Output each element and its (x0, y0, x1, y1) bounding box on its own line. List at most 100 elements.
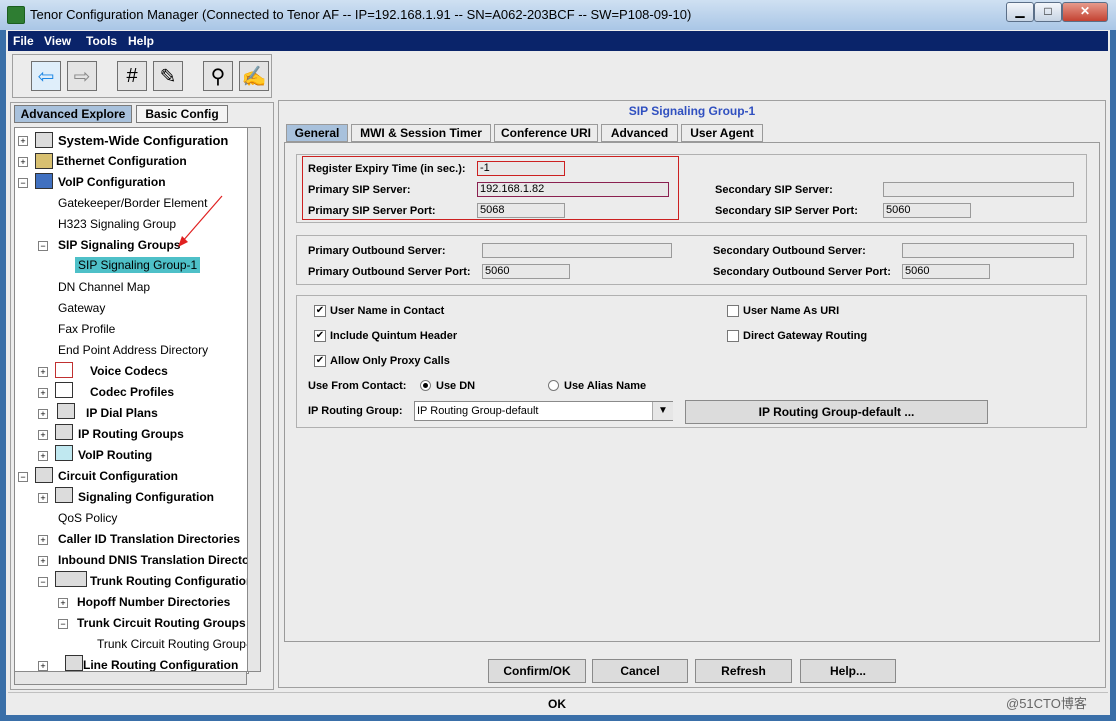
primary-outbound-field[interactable] (482, 243, 672, 258)
help-button[interactable]: Help... (800, 659, 896, 683)
include-quintum-header-checkbox[interactable]: ✔ (314, 330, 326, 342)
user-name-as-uri-checkbox[interactable] (727, 305, 739, 317)
expand-icon[interactable]: + (38, 430, 48, 440)
secondary-outbound-field[interactable] (902, 243, 1074, 258)
expand-icon[interactable]: + (38, 388, 48, 398)
title-bar: Tenor Configuration Manager (Connected t… (0, 0, 1116, 30)
menu-view[interactable]: View (44, 34, 71, 48)
toolbar: ⇦ ⇨ # ✎ ⚲ ✍ (12, 54, 272, 98)
tree-item-h323[interactable]: H323 Signaling Group (58, 217, 176, 231)
cancel-button[interactable]: Cancel (592, 659, 688, 683)
back-arrow-icon[interactable]: ⇦ (31, 61, 61, 91)
tree-item-signaling[interactable]: Signaling Configuration (78, 490, 214, 504)
tab-mwi-session-timer[interactable]: MWI & Session Timer (351, 124, 491, 142)
forward-arrow-icon[interactable]: ⇨ (67, 61, 97, 91)
routing-group-icon (55, 424, 73, 440)
tree-vertical-scrollbar[interactable] (247, 127, 261, 672)
tree-item-trunk-circuit-groups[interactable]: Trunk Circuit Routing Groups (77, 616, 246, 630)
refresh-button[interactable]: Refresh (695, 659, 792, 683)
allow-only-proxy-calls-checkbox[interactable]: ✔ (314, 355, 326, 367)
secondary-sip-port-field[interactable]: 5060 (883, 203, 971, 218)
expand-icon[interactable]: + (18, 157, 28, 167)
tree-item-qos[interactable]: QoS Policy (58, 511, 117, 525)
tree-horizontal-scrollbar[interactable] (14, 671, 247, 685)
menu-file[interactable]: File (13, 34, 34, 48)
tree-item-inbound-dnis[interactable]: Inbound DNIS Translation Directories (58, 553, 248, 567)
signaling-icon (55, 487, 73, 503)
use-dn-label: Use DN (436, 380, 476, 392)
expand-icon[interactable]: + (38, 556, 48, 566)
dial-plan-icon (57, 403, 75, 419)
tab-user-agent[interactable]: User Agent (681, 124, 763, 142)
collapse-icon[interactable]: − (58, 619, 68, 629)
tree-item-circuit[interactable]: Circuit Configuration (58, 469, 178, 483)
secondary-outbound-port-field[interactable]: 5060 (902, 264, 990, 279)
primary-sip-server-field[interactable]: 192.168.1.82 (477, 182, 669, 197)
grid-icon[interactable]: # (117, 61, 147, 91)
edit-icon[interactable]: ✎ (153, 61, 183, 91)
tree-item-ip-dial-plans[interactable]: IP Dial Plans (86, 406, 158, 420)
expand-icon[interactable]: + (38, 535, 48, 545)
tab-advanced-explore[interactable]: Advanced Explore (14, 105, 132, 123)
collapse-icon[interactable]: − (38, 577, 48, 587)
tree-item-gateway[interactable]: Gateway (58, 301, 105, 315)
ip-routing-group-value: IP Routing Group-default (417, 405, 539, 417)
tab-general[interactable]: General (286, 124, 348, 142)
primary-outbound-port-field[interactable]: 5060 (482, 264, 570, 279)
tree-item-endpoint-dir[interactable]: End Point Address Directory (58, 343, 208, 357)
minimize-button[interactable]: ▁ (1006, 2, 1034, 22)
tree-item-ip-routing-groups[interactable]: IP Routing Groups (78, 427, 184, 441)
expand-icon[interactable]: + (38, 451, 48, 461)
menu-tools[interactable]: Tools (86, 34, 117, 48)
use-dn-radio[interactable] (420, 380, 431, 391)
primary-sip-port-field[interactable]: 5068 (477, 203, 565, 218)
expand-icon[interactable]: + (58, 598, 68, 608)
confirm-ok-button[interactable]: Confirm/OK (488, 659, 586, 683)
ip-routing-group-select[interactable]: IP Routing Group-default ▼ (414, 401, 673, 421)
tree-item-dn-channel[interactable]: DN Channel Map (58, 280, 150, 294)
tab-conference-uri[interactable]: Conference URI (494, 124, 598, 142)
register-expiry-label: Register Expiry Time (in sec.): (308, 163, 466, 175)
collapse-icon[interactable]: − (18, 472, 28, 482)
expand-icon[interactable]: + (38, 367, 48, 377)
direct-gateway-routing-checkbox[interactable] (727, 330, 739, 342)
tree-item-line-routing[interactable]: Line Routing Configuration (83, 658, 238, 672)
tree-item-voice-codecs[interactable]: Voice Codecs (90, 364, 168, 378)
collapse-icon[interactable]: − (38, 241, 48, 251)
tree-item-trunk-routing[interactable]: Trunk Routing Configuration (90, 574, 248, 588)
tools-icon[interactable]: ✍ (239, 61, 269, 91)
annotation-arrow-icon (178, 195, 223, 247)
tree-item-hopoff[interactable]: Hopoff Number Directories (77, 595, 230, 609)
tree-item-fax-profile[interactable]: Fax Profile (58, 322, 115, 336)
chevron-down-icon[interactable]: ▼ (652, 402, 673, 420)
close-button[interactable]: ✕ (1062, 2, 1108, 22)
user-name-in-contact-checkbox[interactable]: ✔ (314, 305, 326, 317)
secondary-sip-server-field[interactable] (883, 182, 1074, 197)
expand-icon[interactable]: + (38, 409, 48, 419)
search-icon[interactable]: ⚲ (203, 61, 233, 91)
allow-only-proxy-calls-label: Allow Only Proxy Calls (330, 355, 450, 367)
register-expiry-field[interactable]: -1 (477, 161, 565, 176)
maximize-button[interactable]: □ (1034, 2, 1062, 22)
codec-profile-icon (55, 382, 73, 398)
ip-routing-group-button[interactable]: IP Routing Group-default ... (685, 400, 988, 424)
tab-basic-config[interactable]: Basic Config (136, 105, 228, 123)
tree-item-caller-id[interactable]: Caller ID Translation Directories (58, 532, 240, 546)
tree-item-voip-routing[interactable]: VoIP Routing (78, 448, 152, 462)
voip-routing-icon (55, 445, 73, 461)
tree-item-voip[interactable]: VoIP Configuration (58, 175, 166, 189)
expand-icon[interactable]: + (18, 136, 28, 146)
tree-item-ethernet[interactable]: Ethernet Configuration (56, 154, 187, 168)
tree-item-codec-profiles[interactable]: Codec Profiles (90, 385, 174, 399)
tab-advanced[interactable]: Advanced (601, 124, 678, 142)
expand-icon[interactable]: + (38, 493, 48, 503)
use-alias-name-radio[interactable] (548, 380, 559, 391)
status-text: OK (548, 697, 566, 711)
menu-help[interactable]: Help (128, 34, 154, 48)
tree-item-sip-groups[interactable]: SIP Signaling Groups (58, 238, 180, 252)
tree-item-trunk-circuit-group-line[interactable]: Trunk Circuit Routing Group-line (97, 637, 248, 651)
ip-routing-group-label: IP Routing Group: (308, 405, 403, 417)
tree-item-system-wide[interactable]: System-Wide Configuration (58, 133, 228, 148)
expand-icon[interactable]: + (38, 661, 48, 671)
collapse-icon[interactable]: − (18, 178, 28, 188)
